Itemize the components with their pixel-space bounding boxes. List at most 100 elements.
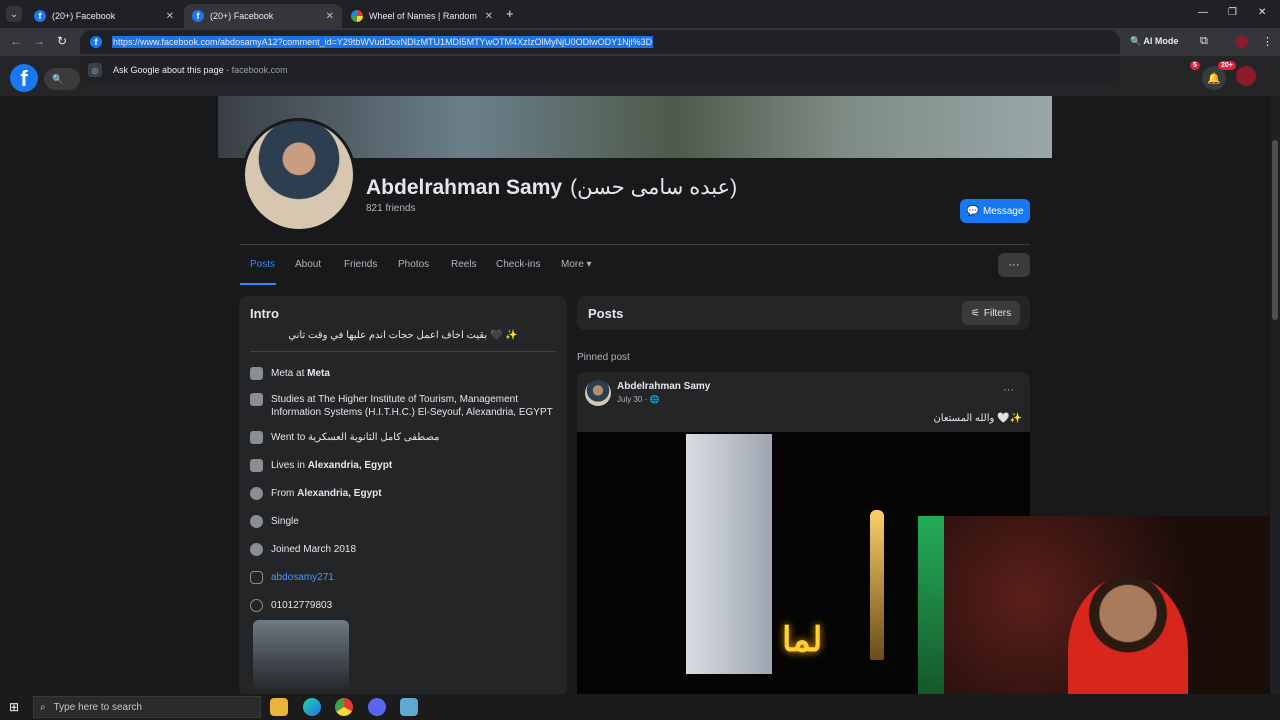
browser-tab-facebook-1[interactable]: f (20+) Facebook ✕ [26,4,182,28]
wheel-favicon-icon [351,10,363,22]
tab-check-ins[interactable]: Check-ins [496,259,540,270]
ai-mode-button[interactable]: 🔍 AI Mode [1130,36,1178,47]
whatsapp-number: 01012779803 [271,600,333,611]
forward-arrow-icon[interactable]: → [33,34,45,48]
taskbar-search-box[interactable]: ⌕ Type here to search [33,696,261,718]
message-label: Message [982,205,1024,217]
post-author-name[interactable]: Abdelrahman Samy [617,381,710,392]
relationship-text: Single [271,516,299,527]
file-explorer-icon[interactable] [270,698,288,716]
close-tab-icon[interactable]: ✕ [485,11,493,22]
intro-study: Studies at The Higher Institute of Touri… [250,393,556,419]
notifications-badge: 5 [1190,61,1200,70]
address-bar[interactable]: f https://www.facebook.com/abdosamyA12?c… [80,30,1120,54]
intro-instagram: abdosamy271 [250,571,556,584]
from-prefix: From [271,488,298,499]
webcam-green-light [918,516,944,720]
chrome-icon[interactable] [335,698,353,716]
profile-name-text: Abdelrahman Samy [366,176,563,199]
windows-start-icon[interactable]: ⊞ [9,700,23,714]
ai-mode-label: AI Mode [1143,36,1179,46]
close-window-button[interactable]: ✕ [1258,7,1266,18]
profile-alt-name: (عبده سامى حسن) [570,176,738,199]
post-options-button[interactable]: ··· [1003,384,1014,396]
search-icon: ⌕ [40,701,46,713]
tab-search-button[interactable]: ⌄ [6,6,22,22]
intro-lives: Lives in Alexandria, Egypt [250,459,556,472]
study-text: Studies at The Higher Institute of Touri… [271,394,553,418]
posts-title: Posts [588,306,624,321]
reload-icon[interactable]: ↻ [57,34,67,48]
browser-toolbar: ← → ↻ f https://www.facebook.com/abdosam… [0,28,1280,56]
notepad-icon[interactable] [400,698,418,716]
message-button[interactable]: 💬 Message [960,199,1030,223]
post-text: والله المستعان 🤍✨ [933,413,1022,424]
chrome-profile-avatar[interactable] [1236,36,1248,48]
friends-count[interactable]: 821 friends [366,203,415,214]
site-favicon-icon: f [90,36,102,48]
joined-text: Joined March 2018 [271,544,357,555]
tab-reels[interactable]: Reels [451,259,477,270]
tab-about[interactable]: About [295,259,321,270]
graduation-cap-icon [250,431,263,444]
account-badge: 20+ [1218,61,1236,70]
profile-more-button[interactable]: ··· [998,253,1030,277]
close-tab-icon[interactable]: ✕ [166,11,174,22]
omnibox-suggestion[interactable]: ◎ Ask Google about this page - facebook.… [80,56,1120,84]
whatsapp-icon [250,599,263,612]
chrome-menu-icon[interactable]: ⋮ [1262,35,1273,48]
tab-title: (20+) Facebook [52,11,116,21]
filters-label: Filters [983,307,1012,319]
tab-posts[interactable]: Posts [250,259,275,270]
new-tab-button[interactable]: + [506,6,514,21]
home-icon [250,459,263,472]
browser-tab-facebook-2[interactable]: f (20+) Facebook ✕ [184,4,342,28]
minimize-button[interactable]: — [1198,7,1208,18]
lives-city[interactable]: Alexandria, Egypt [308,460,392,471]
post-author-avatar[interactable] [585,380,611,406]
featured-photo[interactable] [253,620,349,696]
account-avatar[interactable] [1236,66,1256,86]
suggestion-text: Ask Google about this page - facebook.co… [113,65,288,75]
edge-icon[interactable] [303,698,321,716]
extensions-icon[interactable]: ⧉ [1200,35,1208,48]
graduation-cap-icon [250,393,263,406]
facebook-logo-icon[interactable]: f [10,64,38,92]
school-prefix: Went to [271,432,309,443]
from-city[interactable]: Alexandria, Egypt [297,488,381,499]
scrollbar-thumb[interactable] [1272,140,1278,320]
post-date[interactable]: July 30 · 🌐 [617,395,659,404]
video-screen-glow [686,434,772,674]
google-lens-icon: ◎ [88,63,102,77]
intro-joined: Joined March 2018 [250,543,556,556]
page-scrollbar[interactable] [1270,96,1280,694]
tab-title: Wheel of Names | Random nan [369,11,479,21]
facebook-favicon-icon: f [34,10,46,22]
school-name[interactable]: مصطفى كامل الثانوية العسكرية [308,432,439,443]
browser-tab-wheel-of-names[interactable]: Wheel of Names | Random nan ✕ [343,4,501,28]
facebook-favicon-icon: f [192,10,204,22]
divider [250,351,556,352]
profile-name: Abdelrahman Samy (عبده سامى حسن) [366,175,737,200]
intro-school: Went to مصطفى كامل الثانوية العسكرية [250,431,556,444]
back-arrow-icon[interactable]: ← [10,34,22,48]
url-text[interactable]: https://www.facebook.com/abdosamyA12?com… [112,36,654,48]
close-tab-icon[interactable]: ✕ [326,11,334,22]
intro-title: Intro [250,306,279,321]
tab-title: (20+) Facebook [210,11,274,21]
facebook-search-icon[interactable]: 🔍 [44,68,80,90]
instagram-link[interactable]: abdosamy271 [271,571,334,584]
maximize-button[interactable]: ❐ [1228,7,1237,18]
video-neon-text: لما [782,621,823,659]
filters-button[interactable]: ⚟ Filters [962,301,1020,325]
clock-icon [250,543,263,556]
tab-friends[interactable]: Friends [344,259,377,270]
profile-picture[interactable] [242,118,356,232]
tab-more[interactable]: More ▾ [561,259,592,270]
webcam-overlay [918,516,1280,720]
intro-from: From Alexandria, Egypt [250,487,556,500]
divider [240,244,1030,245]
discord-icon[interactable] [368,698,386,716]
work-company[interactable]: Meta [307,368,330,379]
tab-photos[interactable]: Photos [398,259,429,270]
